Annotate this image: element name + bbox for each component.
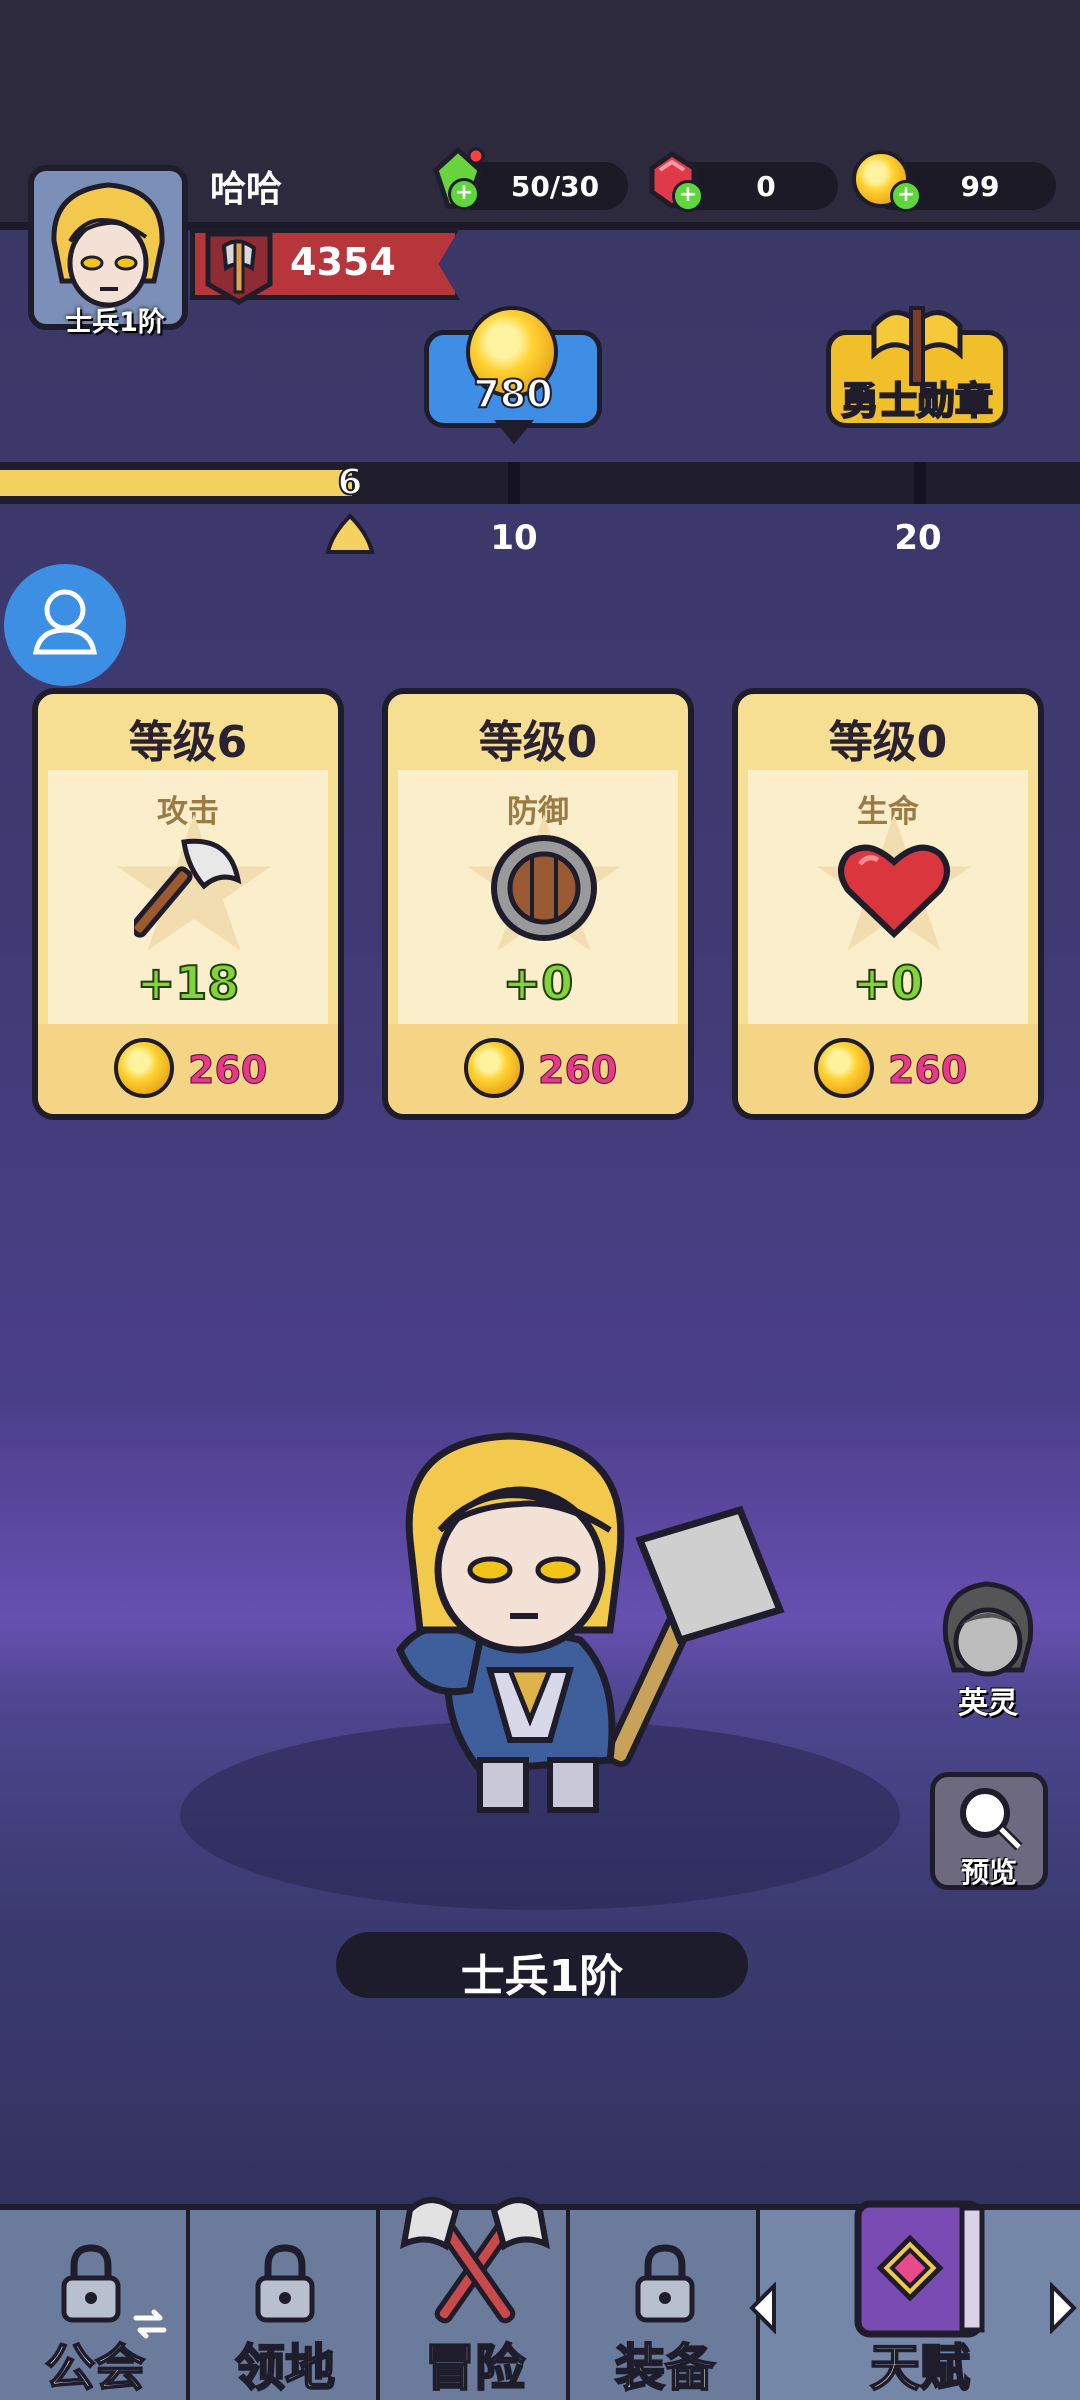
spirit-avatar-icon [942,1581,1034,1677]
nav-guild[interactable]: 公会 [0,2210,190,2400]
hero-character[interactable] [340,1420,820,1840]
chevron-right-icon [1050,2282,1077,2334]
milestone-marker-10 [508,462,520,504]
nav-guild-label: 公会 [44,2338,146,2398]
card-bonus: +18 [136,955,241,1011]
spirit-label: 英灵 [958,1686,1018,1721]
card-cost: 260 [187,1048,268,1093]
spellbook-icon [854,2200,985,2338]
card-cost: 260 [887,1048,968,1093]
milestone-label-10: 10 [490,518,538,558]
combat-power-value: 4354 [290,240,396,284]
talent-card-health[interactable]: 等级0 生命 +0 260 [732,688,1044,1120]
nav-equipment-label: 装备 [614,2338,716,2398]
talent-card-defense[interactable]: 等级0 防御 +0 260 [382,688,694,1120]
lock-icon [635,2244,695,2323]
milestone-label-20: 20 [894,518,942,558]
add-energy-icon[interactable]: + [448,178,480,210]
card-bonus: +0 [502,955,575,1011]
energy-value: 50/30 [510,170,600,203]
card-stat-label: 生命 [857,794,919,830]
coin-reward-pointer [494,420,534,444]
nav-adventure-label: 冒险 [424,2338,526,2398]
spirit-button[interactable]: 英灵 [926,1570,1050,1721]
crossed-axes-icon [400,2197,550,2324]
card-stat-label: 攻击 [157,794,219,830]
lock-icon [255,2244,315,2323]
power-axe-icon [205,231,273,305]
cost-coin-icon [114,1038,174,1098]
progress-fill [0,470,352,496]
nav-talent[interactable]: 天赋 [749,2200,1080,2400]
nav-equipment[interactable]: 装备 [570,2210,760,2400]
card-level: 等级6 [128,717,248,768]
card-cost: 260 [537,1048,618,1093]
player-name: 哈哈 [210,169,283,210]
chevron-left-icon [749,2282,776,2334]
progress-current: 6 [336,461,363,504]
lock-icon [61,2244,121,2323]
cost-coin-icon [464,1038,524,1098]
shield-icon [491,835,597,941]
card-level: 等级0 [478,717,598,768]
nav-territory[interactable]: 领地 [190,2210,380,2400]
card-stat-label: 防御 [507,794,569,830]
heart-icon [838,844,950,939]
card-level: 等级0 [828,717,948,768]
user-icon [33,589,97,655]
gems-value: 0 [756,170,776,203]
nav-territory-label: 领地 [234,2338,336,2398]
add-gems-icon[interactable]: + [672,180,704,212]
nav-talent-label: 天赋 [869,2338,971,2398]
talent-card-attack[interactable]: 等级6 攻击 +18 260 [32,688,344,1120]
progress-pointer-icon [325,513,375,554]
medal-reward-label: 勇士勋章 [840,378,994,424]
milestone-marker-20 [914,462,926,504]
avatar-rank-label: 士兵1阶 [65,307,165,338]
add-coins-icon[interactable]: + [890,180,922,212]
hero-name: 士兵1阶 [460,1951,624,2002]
cost-coin-icon [814,1038,874,1098]
profile-button[interactable] [4,564,126,686]
nav-adventure[interactable]: 冒险 [380,2197,570,2400]
preview-button[interactable]: 预览 [930,1772,1048,1890]
preview-label: 预览 [960,1856,1017,1889]
coin-reward-value: 780 [472,371,553,417]
magnifier-icon [960,1788,1023,1851]
axe-icon [134,838,242,938]
coins-value: 99 [960,170,1000,203]
card-bonus: +0 [852,955,925,1011]
